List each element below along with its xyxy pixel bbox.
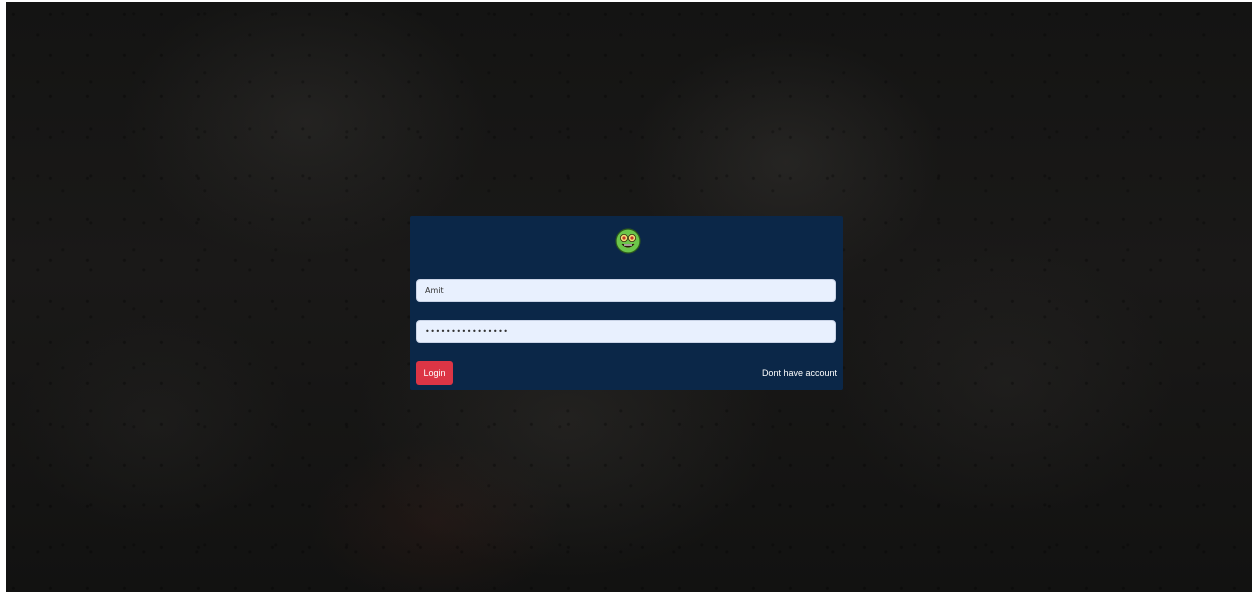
page-background: Login Dont have account [6, 2, 1252, 592]
login-button[interactable]: Login [416, 361, 453, 385]
username-input[interactable] [416, 279, 836, 302]
green-smiley-face-icon [615, 228, 641, 254]
login-card: Login Dont have account [410, 216, 843, 390]
password-input[interactable] [416, 320, 836, 343]
signup-link[interactable]: Dont have account [762, 368, 837, 378]
